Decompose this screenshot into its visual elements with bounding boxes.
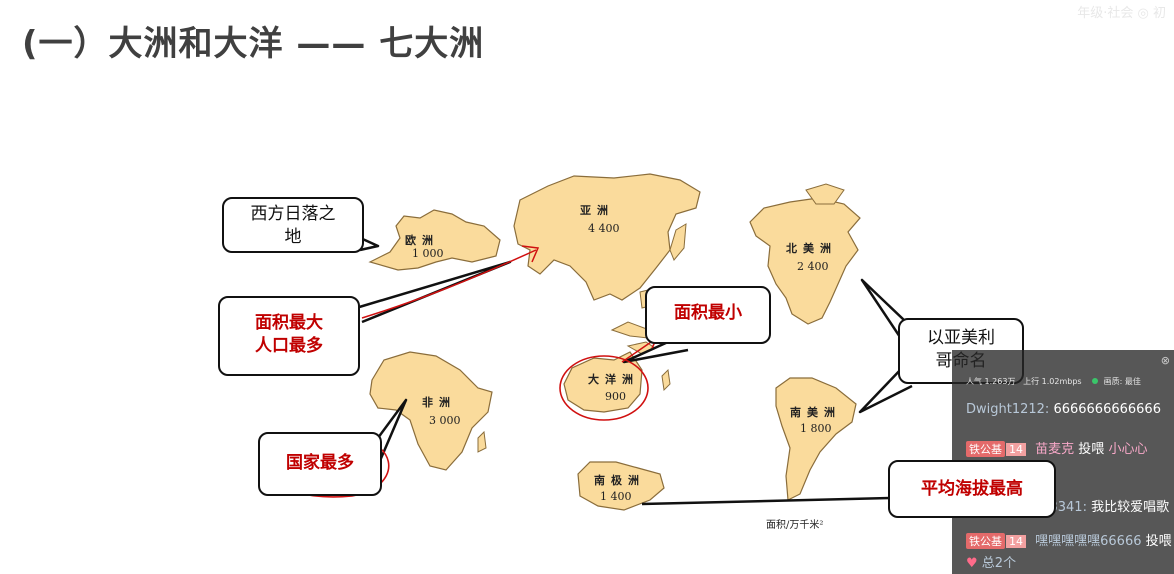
africa-area-label: 3 000 — [429, 414, 461, 427]
status-dot-icon — [1092, 378, 1099, 384]
fan-badge: 铁公基 — [966, 533, 1005, 549]
north-america-name-label: 北美洲 — [786, 241, 837, 255]
chat-message: 铁公基 14 嘿嘿嘿嘿嘿66666 投喂 — [966, 530, 1172, 549]
quality-stat: 画质: 最佳 — [1103, 377, 1141, 386]
chat-action: 投喂 — [1078, 442, 1105, 457]
europe-callout-line1: 西方日落之 — [250, 204, 336, 224]
chat-username[interactable]: 嘿嘿嘿嘿嘿66666 — [1035, 534, 1141, 549]
africa-name-label: 非洲 — [422, 395, 456, 409]
chat-message: ♥ 总2个 — [966, 552, 1016, 571]
chat-message: Dwight1212: 6666666666666 — [966, 402, 1161, 417]
madagascar-landmass — [477, 430, 487, 453]
asia-callout: 面积最大 人口最多 — [218, 296, 360, 376]
asia-callout-line2: 人口最多 — [255, 335, 323, 356]
asia-name-label: 亚洲 — [580, 204, 614, 217]
africa-landmass — [369, 351, 493, 471]
oceania-callout-text: 面积最小 — [674, 303, 742, 323]
chat-action: 投喂 — [1145, 534, 1172, 549]
antarctica-callout-text: 平均海拔最高 — [921, 479, 1023, 499]
south-america-name-label: 南美洲 — [790, 405, 841, 419]
north-america-area-label: 2 400 — [797, 260, 829, 273]
heart-icon: ♥ — [966, 556, 978, 571]
fan-level: 14 — [1006, 535, 1026, 548]
oceania-callout: 面积最小 — [645, 286, 771, 344]
oceania-name-label: 大洋洲 — [588, 372, 639, 386]
chat-message: 铁公基 14 苗麦克 投喂 小心心 — [966, 438, 1147, 457]
antarctica-area-label: 1 400 — [600, 490, 632, 503]
new-zealand-landmass — [661, 368, 671, 392]
europe-callout-line2: 地 — [284, 226, 302, 247]
asia-landmass — [513, 173, 701, 301]
chat-text: 总2个 — [981, 556, 1017, 571]
fan-badge: 铁公基 — [966, 441, 1005, 457]
chat-gift: 小心心 — [1108, 442, 1148, 457]
map-area-caption: 面积/万千米² — [766, 518, 823, 531]
japan-landmass — [669, 223, 687, 261]
europe-name-label: 欧洲 — [405, 233, 439, 247]
close-icon[interactable]: ⊗ — [1161, 354, 1170, 367]
south-america-area-label: 1 800 — [800, 422, 832, 435]
chat-username[interactable]: 苗麦克 — [1035, 442, 1074, 457]
america-callout-line1: 以亚美利 — [927, 328, 995, 348]
europe-area-label: 1 000 — [412, 247, 444, 260]
antarctica-name-label: 南极洲 — [594, 473, 645, 487]
antarctica-callout-pointer — [641, 496, 891, 506]
asia-callout-line1: 面积最大 — [255, 313, 323, 333]
chat-text: 我比较爱唱歌 — [1091, 500, 1170, 515]
chat-text: 6666666666666 — [1053, 402, 1161, 417]
south-america-landmass — [775, 377, 857, 501]
oceania-area-label: 900 — [605, 390, 626, 403]
chat-username[interactable]: Dwight1212: — [966, 402, 1049, 417]
popularity-stat: 人气 1.263万 — [966, 377, 1016, 386]
stream-stats: 人气 1.263万 上行 1.02mbps 画质: 最佳 — [966, 376, 1141, 387]
fan-level: 14 — [1006, 443, 1026, 456]
europe-callout: 西方日落之 地 — [222, 197, 364, 253]
africa-callout: 国家最多 — [258, 432, 382, 496]
africa-callout-text: 国家最多 — [286, 453, 354, 473]
upload-stat: 上行 1.02mbps — [1023, 377, 1082, 386]
asia-area-label: 4 400 — [588, 222, 620, 235]
antarctica-callout: 平均海拔最高 — [888, 460, 1056, 518]
